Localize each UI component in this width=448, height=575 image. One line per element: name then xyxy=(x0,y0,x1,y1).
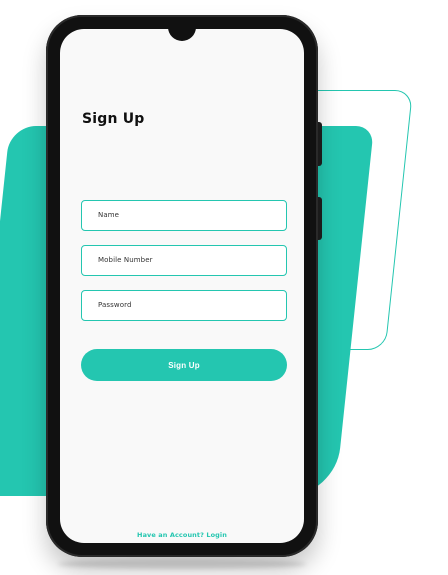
signup-button[interactable]: Sign Up xyxy=(81,349,287,381)
camera-notch xyxy=(154,29,210,43)
phone-screen: Sign Up Name Mobile Number Password Sign… xyxy=(60,29,304,543)
signup-scene: Sign Up Name Mobile Number Password Sign… xyxy=(0,0,448,575)
name-field[interactable]: Name xyxy=(81,200,287,231)
login-link[interactable]: Have an Account? Login xyxy=(60,531,304,539)
volume-button xyxy=(318,122,322,166)
name-placeholder: Name xyxy=(98,211,120,219)
password-placeholder: Password xyxy=(98,301,132,309)
phone-frame: Sign Up Name Mobile Number Password Sign… xyxy=(46,15,322,557)
power-button xyxy=(318,197,322,240)
mobile-number-field[interactable]: Mobile Number xyxy=(81,245,287,276)
mobile-number-placeholder: Mobile Number xyxy=(98,256,153,264)
signup-form: Name Mobile Number Password xyxy=(81,200,287,321)
page-title: Sign Up xyxy=(82,111,145,127)
password-field[interactable]: Password xyxy=(81,290,287,321)
